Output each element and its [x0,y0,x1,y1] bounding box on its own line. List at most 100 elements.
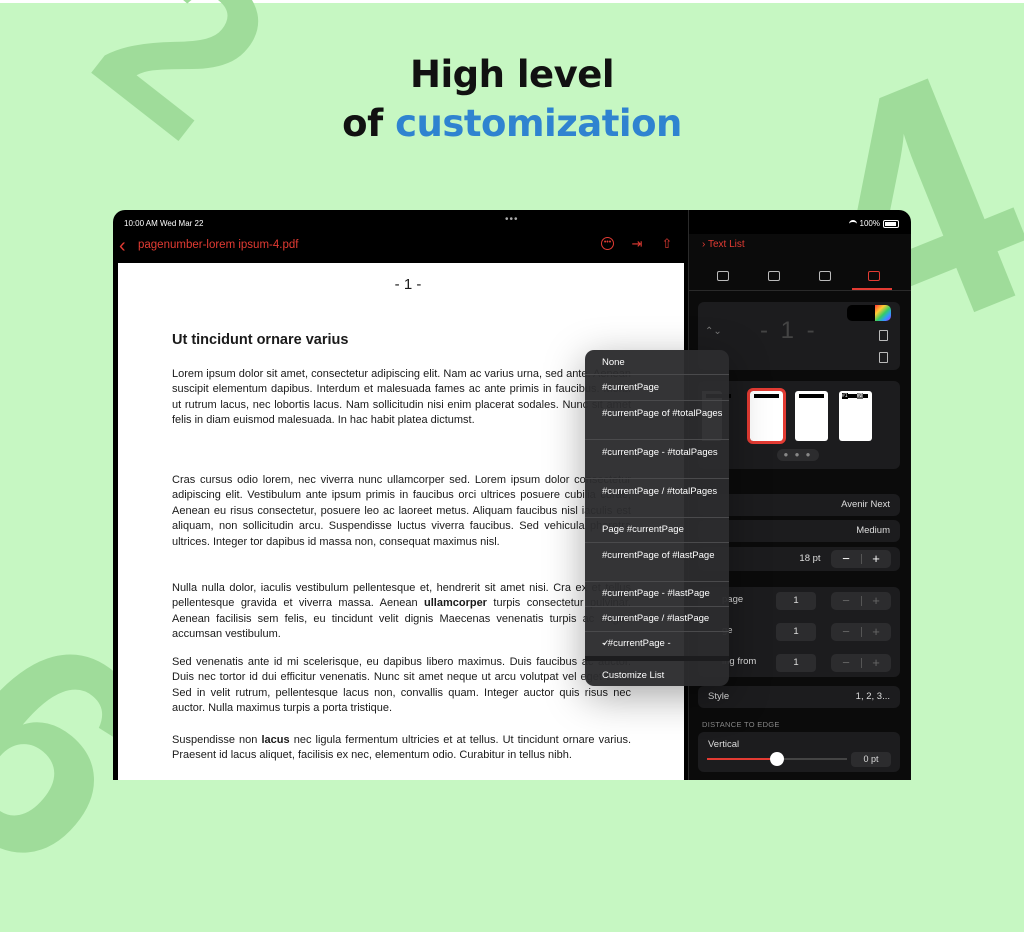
menu-item-label: #currentPage [602,382,660,393]
style-value: 1, 2, 3... [855,691,890,702]
minus-icon[interactable]: − [831,654,861,672]
menu-item-label: #currentPage of #totalPages [602,408,723,419]
panel-tabs [689,264,911,291]
chevron-right-icon: › [702,239,706,250]
style-row[interactable]: Style 1, 2, 3... [698,686,900,708]
slider-knob[interactable] [770,752,784,766]
wifi-icon [848,219,857,228]
menu-item[interactable]: #currentPage / #lastPage [585,606,729,632]
hero-headline: High level of customization [0,50,1024,148]
paragraph-5-bold: lacus [261,734,290,746]
share-icon[interactable]: ⇧ [660,237,674,251]
menu-item-label: #currentPage - #lastPage [602,588,710,599]
format-dropdown-menu: None #currentPage #currentPage of #totalPa… [585,350,729,686]
menu-item-label: #currentPage / #lastPage [602,613,710,624]
status-time: 10:00 AM Wed Mar 22 [124,219,204,228]
document-title[interactable]: pagenumber-lorem ipsum-4.pdf [138,239,298,251]
page-heading: Ut tincidunt ornare varius [172,332,349,348]
last-page-stepper[interactable]: − + [831,623,891,641]
layout-thumb[interactable] [795,391,828,441]
thumb-label-1: #1 [842,393,848,399]
paragraph-5-text-a: Suspendisse non [172,734,262,746]
plus-icon[interactable]: + [861,654,891,672]
minus-icon[interactable]: − [831,592,861,610]
battery-icon [883,219,899,228]
back-chevron-icon[interactable]: ‹ [119,236,126,256]
menu-item-label: - #currentPage - [602,638,671,649]
menu-item[interactable]: #currentPage - #lastPage [585,581,729,607]
status-bar: 10:00 AM Wed Mar 22 ••• 100% [113,210,911,234]
active-tab-indicator [852,288,892,290]
battery-percent: 100% [859,219,880,228]
menu-item[interactable]: #currentPage [585,374,729,401]
vertical-value[interactable]: 0 pt [851,752,891,767]
page-indicator-dots[interactable]: ● ● ● [777,449,819,461]
menu-item[interactable]: #currentPage of #lastPage [585,542,729,582]
paragraph-4: Sed venenatis ante id mi scelerisque, eu… [172,656,631,715]
menu-item-label: Page #currentPage [602,524,684,535]
paragraph-2: Cras cursus odio lorem, nec viverra nunc… [172,474,631,548]
thumb-label-2: #2 [857,393,863,399]
menu-item[interactable]: #currentPage - #totalPages [585,439,729,479]
bookmark-icon[interactable] [879,352,888,363]
layout-thumb-numbered[interactable]: #1 #2 [839,391,872,441]
document-icon[interactable] [879,330,888,341]
ipad-screen: 10:00 AM Wed Mar 22 ••• 100% ‹ pagenumbe… [113,210,911,780]
vertical-slider[interactable] [707,752,847,766]
sort-handle-icon[interactable]: ⌃⌄ [705,326,722,337]
first-page-stepper[interactable]: − + [831,592,891,610]
minus-icon[interactable]: − [831,550,861,568]
battery-status: 100% [848,219,899,228]
last-page-value[interactable]: 1 [776,623,816,641]
image-tab[interactable] [768,271,780,281]
document-nav-bar: ‹ pagenumber-lorem ipsum-4.pdf ••• ⇥ ⇧ [113,234,688,264]
menu-item[interactable]: #currentPage of #totalPages [585,400,729,440]
font-size-value: 18 pt [799,553,821,564]
first-page-value[interactable]: 1 [776,592,816,610]
headline-line-2: of customization [0,99,1024,148]
paragraph-3-bold: ullamcorper [424,597,487,610]
headline-line-1: High level [409,53,615,96]
font-size-stepper[interactable]: − + [831,550,891,568]
paragraph-3: Nulla nulla dolor, iaculis vestibulum pe… [172,581,631,643]
starting-from-stepper[interactable]: − + [831,654,891,672]
menu-item-label: #currentPage - #totalPages [602,447,718,458]
text-format-tab[interactable] [717,271,729,281]
top-edge [0,0,1024,3]
font-weight-value: Medium [856,525,890,536]
preview-page-number: - 1 - [760,317,818,344]
font-name-value: Avenir Next [841,499,890,510]
menu-item-label: None [602,357,625,368]
customize-list-button[interactable]: Customize List [585,656,729,686]
distance-section-label: DISTANCE TO EDGE [702,720,780,729]
menu-item[interactable]: #currentPage / #totalPages [585,478,729,518]
more-icon[interactable]: ••• [601,237,614,250]
color-picker-button[interactable] [847,305,891,321]
headline-prefix: of [342,102,396,145]
slider-fill [707,758,777,760]
vertical-distance-card: Vertical 0 pt [698,732,900,772]
menu-item[interactable]: ✓ - #currentPage - [585,631,729,657]
nav-actions: ••• ⇥ ⇧ [601,237,674,251]
checkbox-tab[interactable] [819,271,831,281]
plus-icon[interactable]: + [861,623,891,641]
page-number-label: - 1 - [394,276,422,293]
menu-item-label: #currentPage / #totalPages [602,486,718,497]
menu-item-label: #currentPage of #lastPage [602,550,715,561]
starting-from-value[interactable]: 1 [776,654,816,672]
menu-item[interactable]: Page #currentPage [585,517,729,543]
minus-icon[interactable]: − [831,623,861,641]
layout-thumb-selected[interactable] [747,388,786,444]
plus-icon[interactable]: + [861,592,891,610]
headline-accent: customization [395,102,682,145]
vertical-label: Vertical [708,739,740,750]
paragraph-1: Lorem ipsum dolor sit amet, consectetur … [172,368,631,427]
export-icon[interactable]: ⇥ [630,237,644,251]
plus-icon[interactable]: + [861,550,891,568]
customize-list-label: Customize List [602,670,665,681]
text-list-back-button[interactable]: › Text List [702,239,745,250]
text-list-label: Text List [707,239,745,250]
multitasking-dots[interactable]: ••• [505,214,519,225]
menu-item[interactable]: None [585,350,729,375]
page-number-tab[interactable] [868,271,880,281]
